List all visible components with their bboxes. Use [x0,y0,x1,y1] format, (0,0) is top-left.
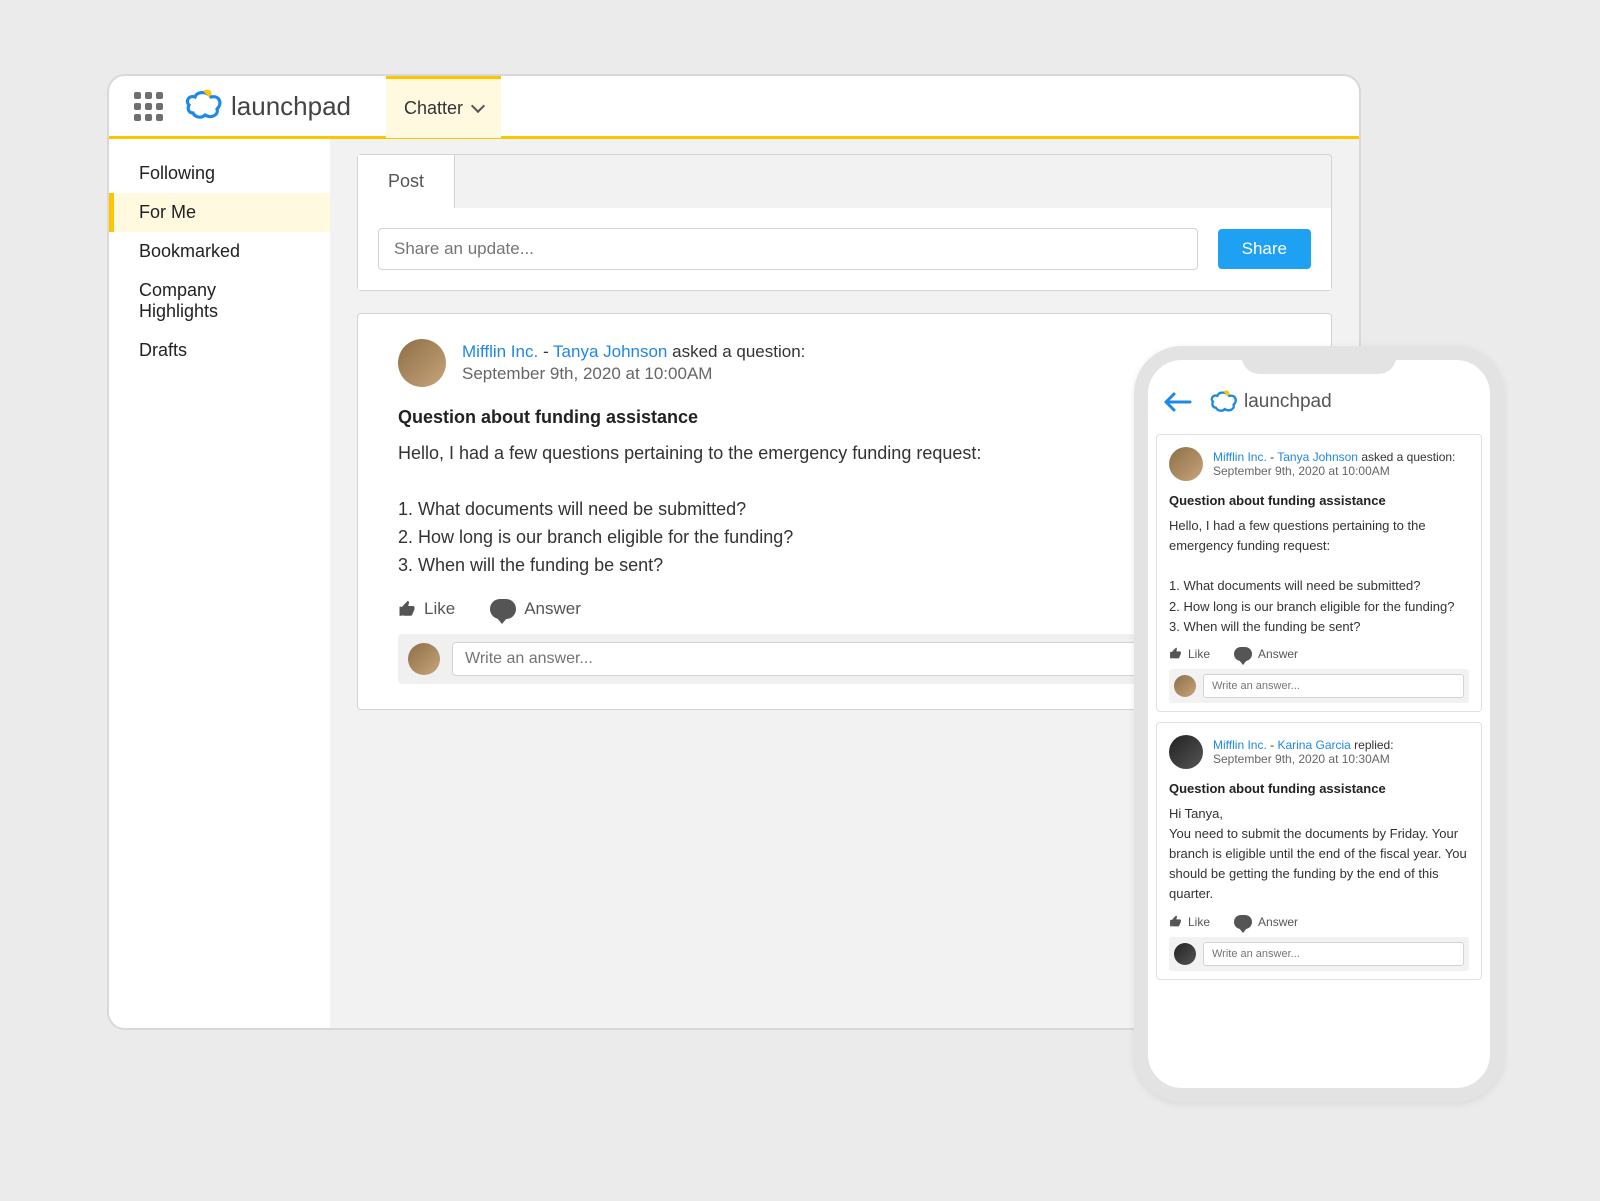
post-body: Hi Tanya, You need to submit the documen… [1169,804,1469,905]
nav-tab-chatter[interactable]: Chatter [386,75,501,138]
sidebar-item-label: For Me [139,202,196,222]
post-header: Mifflin Inc. - Tanya Johnson asked a que… [1169,447,1469,481]
like-label: Like [1188,915,1210,929]
back-arrow-icon[interactable] [1162,390,1192,414]
composer-tab-label: Post [388,171,424,191]
chevron-down-icon [471,99,485,113]
post-entity-link[interactable]: Mifflin Inc. [462,342,538,361]
post-actions: Like Answer [1169,915,1469,929]
brand-logo-icon [185,89,223,123]
post-sep: - [538,342,553,361]
answer-label: Answer [524,599,581,619]
answer-composer [1169,669,1469,703]
sidebar-item-label: Company Highlights [139,280,218,321]
answer-composer [1169,937,1469,971]
post-timestamp: September 9th, 2020 at 10:30AM [1213,752,1394,766]
desktop-header: launchpad Chatter [109,76,1359,139]
mobile-post-card: Mifflin Inc. - Tanya Johnson asked a que… [1156,434,1482,712]
post-body: Hello, I had a few questions pertaining … [1169,516,1469,637]
thumb-up-icon [398,600,416,618]
speech-bubble-icon [1234,915,1252,929]
sidebar: Following For Me Bookmarked Company High… [109,139,330,1028]
current-user-avatar [1174,675,1196,697]
post-entity-link[interactable]: Mifflin Inc. [1213,450,1267,464]
author-avatar[interactable] [398,339,446,387]
brand: launchpad [185,89,351,123]
app-launcher-icon[interactable] [134,92,163,121]
composer-tabs: Post [358,155,1331,208]
sidebar-item-label: Bookmarked [139,241,240,261]
like-label: Like [1188,647,1210,661]
share-button[interactable]: Share [1218,229,1311,269]
answer-label: Answer [1258,915,1298,929]
sidebar-item-bookmarked[interactable]: Bookmarked [109,232,330,271]
composer: Post Share [357,154,1332,291]
write-answer-input[interactable] [1203,674,1464,698]
post-title: Question about funding assistance [1169,781,1469,796]
sidebar-item-label: Drafts [139,340,187,360]
post-meta-line: Mifflin Inc. - Tanya Johnson asked a que… [462,342,805,362]
like-label: Like [424,599,455,619]
answer-button[interactable]: Answer [1234,647,1298,661]
post-sep: - [1267,738,1278,752]
thumb-up-icon [1169,647,1182,660]
post-author-link[interactable]: Karina Garcia [1277,738,1350,752]
post-author-link[interactable]: Tanya Johnson [1277,450,1358,464]
sidebar-item-label: Following [139,163,215,183]
composer-body: Share [358,208,1331,290]
post-meta-line: Mifflin Inc. - Tanya Johnson asked a que… [1213,450,1455,464]
post-suffix: replied: [1351,738,1394,752]
like-button[interactable]: Like [398,599,455,619]
sidebar-item-following[interactable]: Following [109,154,330,193]
speech-bubble-icon [490,599,516,619]
brand-name: launchpad [231,91,351,122]
mobile-feed[interactable]: Mifflin Inc. - Tanya Johnson asked a que… [1148,426,1490,1088]
composer-tab-post[interactable]: Post [358,155,455,208]
brand-logo-icon [1210,390,1238,415]
answer-label: Answer [1258,647,1298,661]
speech-bubble-icon [1234,647,1252,661]
current-user-avatar [1174,943,1196,965]
post-suffix: asked a question: [667,342,805,361]
like-button[interactable]: Like [1169,647,1210,661]
mobile-post-card: Mifflin Inc. - Karina Garcia replied: Se… [1156,722,1482,980]
post-entity-link[interactable]: Mifflin Inc. [1213,738,1267,752]
post-timestamp: September 9th, 2020 at 10:00AM [1213,464,1455,478]
mobile-brand: launchpad [1210,390,1332,415]
post-suffix: asked a question: [1358,450,1455,464]
sidebar-item-drafts[interactable]: Drafts [109,331,330,370]
thumb-up-icon [1169,915,1182,928]
share-update-input[interactable] [378,228,1198,270]
nav-tab-label: Chatter [404,98,463,119]
post-title: Question about funding assistance [1169,493,1469,508]
author-avatar[interactable] [1169,735,1203,769]
sidebar-item-for-me[interactable]: For Me [109,193,330,232]
post-actions: Like Answer [1169,647,1469,661]
current-user-avatar [408,643,440,675]
mobile-notch [1242,346,1397,374]
post-author-link[interactable]: Tanya Johnson [553,342,667,361]
brand-name: launchpad [1244,391,1332,413]
post-header: Mifflin Inc. - Karina Garcia replied: Se… [1169,735,1469,769]
post-meta-line: Mifflin Inc. - Karina Garcia replied: [1213,738,1394,752]
author-avatar[interactable] [1169,447,1203,481]
answer-button[interactable]: Answer [1234,915,1298,929]
post-timestamp: September 9th, 2020 at 10:00AM [462,364,805,384]
mobile-device: launchpad Mifflin Inc. - Tanya Johnson a… [1134,346,1504,1102]
like-button[interactable]: Like [1169,915,1210,929]
sidebar-item-company-highlights[interactable]: Company Highlights [109,271,330,331]
post-sep: - [1267,450,1277,464]
write-answer-input[interactable] [1203,942,1464,966]
answer-button[interactable]: Answer [490,599,581,619]
